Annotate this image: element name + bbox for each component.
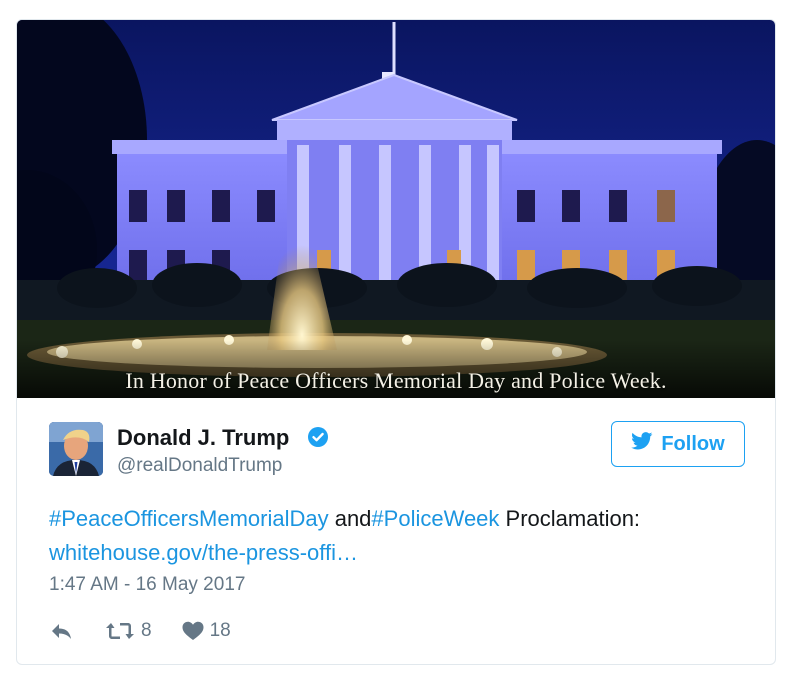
tweet-timestamp[interactable]: 1:47 AM - 16 May 2017 [49,574,245,596]
hashtag-link[interactable]: #PoliceWeek [371,506,499,531]
profile-photo [49,422,103,476]
like-button[interactable]: 18 [182,620,231,642]
retweet-button[interactable]: 8 [105,620,152,642]
author-handle[interactable]: @realDonaldTrump [117,455,282,477]
follow-button[interactable]: Follow [611,421,745,467]
heart-icon [182,621,204,641]
bird-icon [631,432,653,456]
retweet-icon [105,621,135,641]
image-caption: In Honor of Peace Officers Memorial Day … [125,368,667,393]
tweet-connector-text: and [328,506,372,531]
hashtag-link[interactable]: #PeaceOfficersMemorialDay [49,506,329,531]
tweet-actions: 8 18 [49,618,231,644]
tweet-media-image[interactable]: In Honor of Peace Officers Memorial Day … [17,20,775,398]
verified-badge-icon [307,426,329,448]
white-house-night-image [17,20,775,398]
url-link[interactable]: whitehouse.gov/the-press-offi… [49,540,358,565]
reply-button[interactable] [49,621,73,641]
like-count: 18 [209,620,231,641]
author-name[interactable]: Donald J. Trump [117,425,289,451]
avatar[interactable] [49,422,103,476]
tweet-tail-text: Proclamation: [499,506,641,531]
tweet-text: #PeaceOfficersMemorialDay and#PoliceWeek… [49,502,749,570]
follow-label: Follow [661,432,725,455]
tweet-card: In Honor of Peace Officers Memorial Day … [16,19,776,665]
retweet-count: 8 [141,620,152,641]
reply-icon [49,621,73,641]
